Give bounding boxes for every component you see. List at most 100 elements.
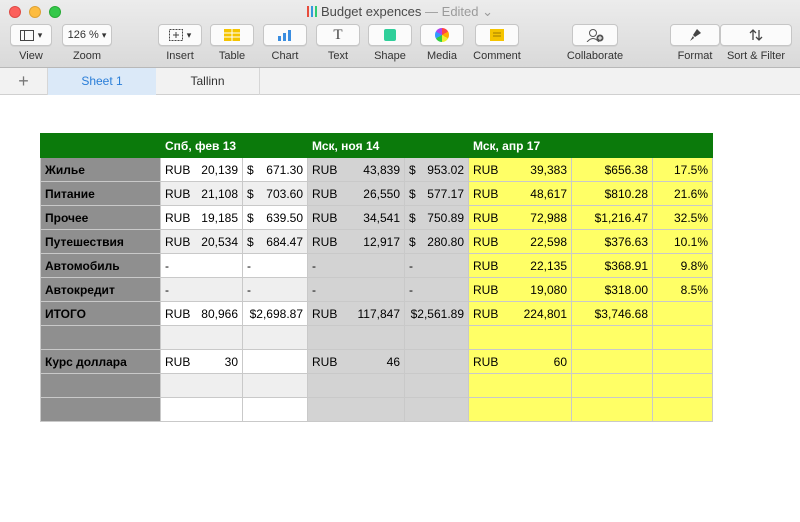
table-cell[interactable]: $639.50 (242, 205, 308, 230)
tab-tallinn[interactable]: Tallinn (156, 68, 260, 95)
table-cell[interactable] (468, 397, 572, 422)
row-label[interactable]: Автомобиль (40, 253, 161, 278)
table-cell[interactable] (652, 397, 713, 422)
table-cell[interactable]: 8.5% (652, 277, 713, 302)
table-cell[interactable]: 10.1% (652, 229, 713, 254)
table-cell[interactable] (160, 373, 243, 398)
tab-sheet-1[interactable]: Sheet 1 (48, 68, 156, 95)
window-title[interactable]: Budget expences — Edited ⌄ (0, 4, 800, 20)
text-tool[interactable]: T Text (316, 24, 360, 62)
table-cell[interactable]: $750.89 (404, 205, 469, 230)
table-cell[interactable] (242, 349, 308, 374)
table-cell[interactable]: RUB 34,541 (307, 205, 405, 230)
row-label[interactable] (40, 373, 161, 398)
add-sheet-button[interactable]: + (0, 68, 48, 95)
table-cell[interactable] (652, 373, 713, 398)
table-cell[interactable]: $2,561.89 (404, 301, 469, 326)
row-label[interactable]: Путешествия (40, 229, 161, 254)
chart-tool[interactable]: Chart (263, 24, 307, 62)
row-label[interactable] (40, 325, 161, 350)
table-cell[interactable] (468, 325, 572, 350)
table-cell[interactable]: 17.5% (652, 157, 713, 182)
table-cell[interactable]: $684.47 (242, 229, 308, 254)
table-cell[interactable]: RUB 224,801 (468, 301, 572, 326)
view-tool[interactable]: ▾ View (10, 24, 52, 62)
chart-button[interactable] (263, 24, 307, 46)
header-cell[interactable] (571, 133, 653, 158)
header-cell[interactable] (652, 133, 713, 158)
view-button[interactable]: ▾ (10, 24, 52, 46)
shape-tool[interactable]: Shape (368, 24, 412, 62)
comment-button[interactable] (475, 24, 519, 46)
row-label[interactable]: ИТОГО (40, 301, 161, 326)
table-cell[interactable] (571, 325, 653, 350)
zoom-button[interactable]: 126 % ▾ (62, 24, 112, 46)
media-button[interactable] (420, 24, 464, 46)
table-cell[interactable]: RUB 43,839 (307, 157, 405, 182)
table-cell[interactable] (652, 325, 713, 350)
table-cell[interactable]: RUB 72,988 (468, 205, 572, 230)
table-cell[interactable]: - (307, 253, 405, 278)
table-cell[interactable]: - (404, 277, 469, 302)
table-cell[interactable] (404, 397, 469, 422)
table-cell[interactable]: $671.30 (242, 157, 308, 182)
table-cell[interactable] (242, 373, 308, 398)
header-cell[interactable] (404, 133, 469, 158)
table-cell[interactable]: $376.63 (571, 229, 653, 254)
table-cell[interactable] (404, 349, 469, 374)
table-cell[interactable]: RUB 30 (160, 349, 243, 374)
table-cell[interactable]: RUB 20,139 (160, 157, 243, 182)
table-tool[interactable]: Table (210, 24, 254, 62)
text-button[interactable]: T (316, 24, 360, 46)
table-cell[interactable]: RUB 19,080 (468, 277, 572, 302)
table-cell[interactable]: RUB 12,917 (307, 229, 405, 254)
table-cell[interactable]: RUB 26,550 (307, 181, 405, 206)
format-tool[interactable]: Format (670, 24, 720, 62)
header-cell[interactable]: Мск, ноя 14 (307, 133, 405, 158)
table-cell[interactable]: - (160, 277, 243, 302)
table-cell[interactable]: $368.91 (571, 253, 653, 278)
header-cell[interactable] (242, 133, 308, 158)
table-cell[interactable] (571, 349, 653, 374)
table-cell[interactable]: RUB 21,108 (160, 181, 243, 206)
insert-button[interactable]: ▾ (158, 24, 202, 46)
table-cell[interactable]: $577.17 (404, 181, 469, 206)
table-cell[interactable] (307, 397, 405, 422)
table-cell[interactable]: $3,746.68 (571, 301, 653, 326)
media-tool[interactable]: Media (420, 24, 464, 62)
insert-tool[interactable]: ▾ Insert (158, 24, 202, 62)
table-cell[interactable]: RUB 48,617 (468, 181, 572, 206)
table-cell[interactable]: $1,216.47 (571, 205, 653, 230)
table-cell[interactable]: RUB 22,135 (468, 253, 572, 278)
table-cell[interactable]: RUB 39,383 (468, 157, 572, 182)
row-label[interactable]: Питание (40, 181, 161, 206)
collaborate-button[interactable] (572, 24, 618, 46)
table-cell[interactable]: $318.00 (571, 277, 653, 302)
table-cell[interactable] (468, 373, 572, 398)
table-cell[interactable]: $953.02 (404, 157, 469, 182)
table-cell[interactable] (404, 325, 469, 350)
collaborate-tool[interactable]: Collaborate (562, 24, 628, 62)
table-cell[interactable] (307, 373, 405, 398)
table-cell[interactable]: RUB 22,598 (468, 229, 572, 254)
table-cell[interactable]: - (307, 277, 405, 302)
table-cell[interactable]: - (160, 253, 243, 278)
table-cell[interactable] (571, 373, 653, 398)
table-cell[interactable]: 32.5% (652, 205, 713, 230)
comment-tool[interactable]: Comment (472, 24, 522, 62)
zoom-tool[interactable]: 126 % ▾ Zoom (62, 24, 112, 62)
row-label[interactable]: Жилье (40, 157, 161, 182)
header-cell[interactable]: Мск, апр 17 (468, 133, 572, 158)
table-cell[interactable] (652, 349, 713, 374)
sort-filter-button[interactable] (720, 24, 792, 46)
row-label[interactable]: Автокредит (40, 277, 161, 302)
row-label[interactable] (40, 397, 161, 422)
table-cell[interactable] (404, 373, 469, 398)
table-cell[interactable] (160, 397, 243, 422)
table-cell[interactable] (652, 301, 713, 326)
table-cell[interactable]: - (242, 253, 308, 278)
table-button[interactable] (210, 24, 254, 46)
row-label[interactable]: Прочее (40, 205, 161, 230)
table-cell[interactable]: RUB 80,966 (160, 301, 243, 326)
table-cell[interactable]: RUB 60 (468, 349, 572, 374)
